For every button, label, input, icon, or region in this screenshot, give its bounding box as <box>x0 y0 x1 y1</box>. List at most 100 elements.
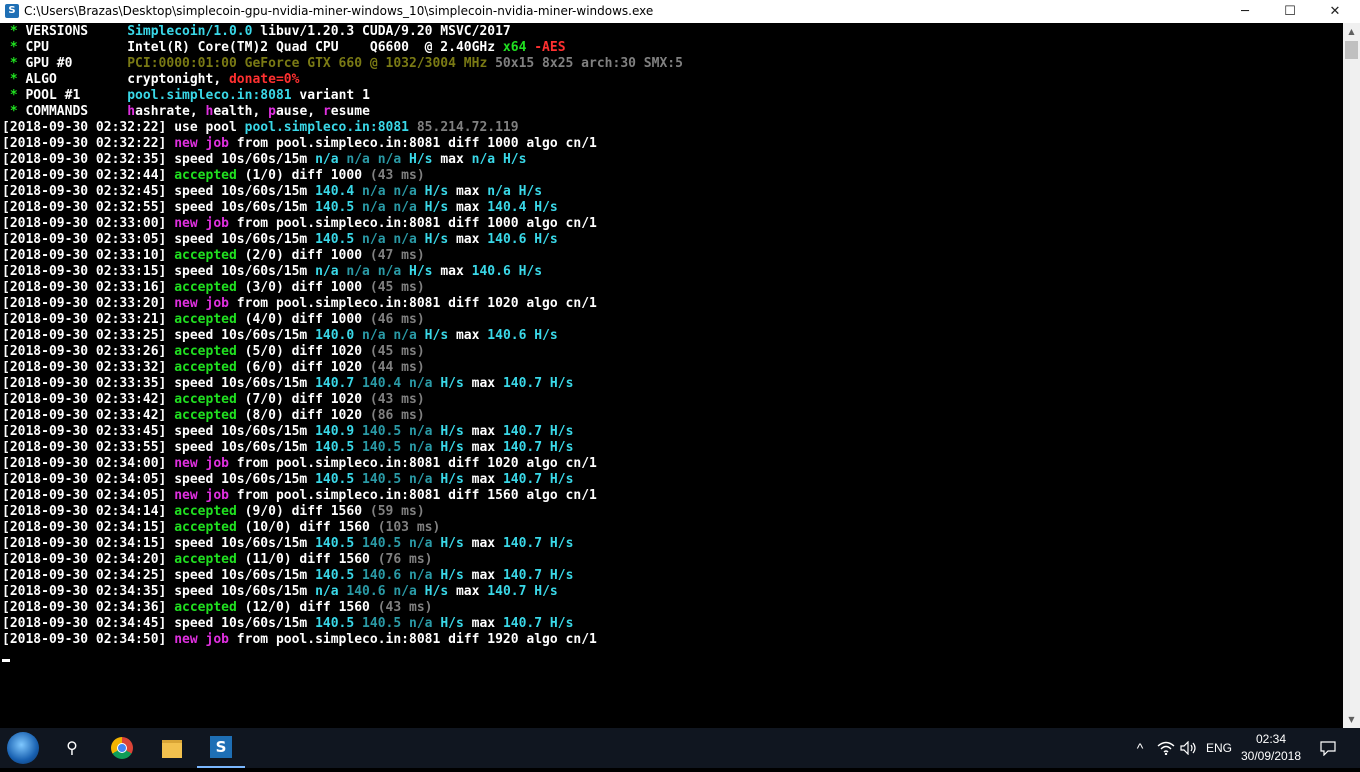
log-timestamp: [2018-09-30 02:33:32] <box>2 360 175 375</box>
log-line: [2018-09-30 02:33:55] speed 10s/60s/15m … <box>2 440 683 456</box>
log-text: from pool.simpleco.in:8081 diff <box>228 456 488 471</box>
log-timestamp: [2018-09-30 02:33:10] <box>2 248 175 263</box>
latency: (43 ms) <box>362 168 425 183</box>
log-line: [2018-09-30 02:34:35] speed 10s/60s/15m … <box>2 584 683 600</box>
vertical-scrollbar[interactable]: ▲ ▼ <box>1343 23 1360 728</box>
bullet: * <box>2 24 26 39</box>
latency: (43 ms) <box>362 392 425 407</box>
speed-60s: 140.5 <box>354 440 402 455</box>
header-value: 1 <box>362 88 370 103</box>
app-icon: S <box>5 4 19 18</box>
latency: (59 ms) <box>362 504 425 519</box>
header-line: * CPU Intel(R) Core(TM)2 Quad CPU Q6600 … <box>2 40 683 56</box>
log-text: max <box>463 440 503 455</box>
log-line: [2018-09-30 02:33:42] accepted (8/0) dif… <box>2 408 683 424</box>
header-line: * GPU #0 PCI:0000:01:00 GeForce GTX 660 … <box>2 56 683 72</box>
log-text: max <box>463 424 503 439</box>
log-line: [2018-09-30 02:32:22] new job from pool.… <box>2 136 683 152</box>
algo-value: algo cn/1 <box>518 456 597 471</box>
latency: (47 ms) <box>362 248 425 263</box>
log-timestamp: [2018-09-30 02:34:45] <box>2 616 175 631</box>
speed-10s: 140.5 <box>315 200 355 215</box>
latency: (86 ms) <box>362 408 425 423</box>
log-line: [2018-09-30 02:33:15] speed 10s/60s/15m … <box>2 264 683 280</box>
log-text: (1/0) diff <box>236 168 331 183</box>
log-text: from pool.simpleco.in:8081 diff <box>228 216 488 231</box>
scroll-thumb[interactable] <box>1345 41 1358 59</box>
search-button[interactable]: ⚲ <box>48 728 96 768</box>
log-timestamp: [2018-09-30 02:34:15] <box>2 536 175 551</box>
log-timestamp: [2018-09-30 02:34:00] <box>2 456 175 471</box>
speed-15m: n/a <box>369 152 402 167</box>
speed-15m: n/a <box>401 616 433 631</box>
speed-15m: n/a <box>401 376 433 391</box>
speaker-icon[interactable] <box>1178 728 1200 768</box>
speed-max: 140.4 H/s <box>487 200 558 215</box>
tray-overflow-chevron-icon[interactable]: ^ <box>1130 728 1150 768</box>
speed-10s: 140.9 <box>315 424 355 439</box>
console-output[interactable]: * VERSIONS Simplecoin/1.0.0 libuv/1.20.3… <box>0 23 1343 728</box>
taskbar-file-explorer[interactable] <box>148 728 196 768</box>
start-button[interactable] <box>2 728 44 768</box>
unit: H/s <box>416 232 449 247</box>
accepted-label: accepted <box>174 248 237 263</box>
log-line: [2018-09-30 02:33:32] accepted (6/0) dif… <box>2 360 683 376</box>
log-text: max <box>432 152 472 167</box>
header-value: libuv/1.20.3 CUDA/9.20 MSVC/2017 <box>252 24 511 39</box>
diff-value: 1560 <box>338 520 370 535</box>
taskbar-chrome[interactable] <box>98 728 146 768</box>
wifi-icon[interactable] <box>1155 728 1177 768</box>
clock[interactable]: 02:34 30/09/2018 <box>1236 731 1306 765</box>
new-job: new job <box>174 136 229 151</box>
speed-15m: n/a <box>401 568 433 583</box>
diff-value: 1560 <box>338 552 370 567</box>
speed-15m: n/a <box>401 440 433 455</box>
language-indicator[interactable]: ENG <box>1203 728 1235 768</box>
header-value: 50x15 8x25 arch:30 SMX:5 <box>487 56 683 71</box>
simplecoin-icon: S <box>210 736 232 758</box>
maximize-button[interactable]: ☐ <box>1267 0 1313 23</box>
console-lines: * VERSIONS Simplecoin/1.0.0 libuv/1.20.3… <box>2 24 683 648</box>
minimize-button[interactable]: ─ <box>1222 0 1268 23</box>
log-timestamp: [2018-09-30 02:34:35] <box>2 584 175 599</box>
speed-10s: 140.5 <box>315 232 355 247</box>
unit: H/s <box>432 536 464 551</box>
diff-value: 1920 <box>487 632 519 647</box>
log-text: (9/0) diff <box>236 504 331 519</box>
speed-60s: n/a <box>354 184 386 199</box>
speed-15m: n/a <box>385 232 417 247</box>
accepted-label: accepted <box>174 312 237 327</box>
unit: H/s <box>416 184 449 199</box>
header-value: pool.simpleco.in:8081 <box>127 88 292 103</box>
notification-icon[interactable] <box>1314 728 1342 768</box>
header-value: Intel(R) Core(TM)2 Quad CPU Q6600 @ 2.40… <box>127 40 496 55</box>
log-line: [2018-09-30 02:33:20] new job from pool.… <box>2 296 683 312</box>
bullet: * <box>2 40 26 55</box>
log-line: [2018-09-30 02:33:25] speed 10s/60s/15m … <box>2 328 683 344</box>
speed-max: n/a H/s <box>471 152 527 167</box>
folder-icon <box>162 740 182 758</box>
diff-value: 1020 <box>330 392 363 407</box>
unit: H/s <box>401 152 433 167</box>
unit: H/s <box>432 616 464 631</box>
scroll-up-icon[interactable]: ▲ <box>1343 23 1360 40</box>
log-text: (8/0) diff <box>236 408 331 423</box>
scroll-down-icon[interactable]: ▼ <box>1343 711 1360 728</box>
log-text: from pool.simpleco.in:8081 diff <box>228 488 488 503</box>
taskbar-simplecoin[interactable]: S <box>197 728 245 768</box>
close-button[interactable]: ✕ <box>1312 0 1358 23</box>
log-text: max <box>448 328 488 343</box>
log-line: [2018-09-30 02:33:42] accepted (7/0) dif… <box>2 392 683 408</box>
speed-10s: 140.0 <box>315 328 355 343</box>
speed-15m: n/a <box>369 264 402 279</box>
header-key: CPU <box>25 40 128 55</box>
log-text: (7/0) diff <box>236 392 331 407</box>
windows-logo-icon <box>7 732 39 764</box>
speed-10s: 140.5 <box>315 568 355 583</box>
log-text: max <box>463 568 503 583</box>
diff-value: 1020 <box>487 456 519 471</box>
latency: (44 ms) <box>362 360 425 375</box>
log-timestamp: [2018-09-30 02:34:15] <box>2 520 175 535</box>
title-bar[interactable]: S C:\Users\Brazas\Desktop\simplecoin-gpu… <box>0 0 1360 23</box>
header-value: x64 <box>495 40 527 55</box>
